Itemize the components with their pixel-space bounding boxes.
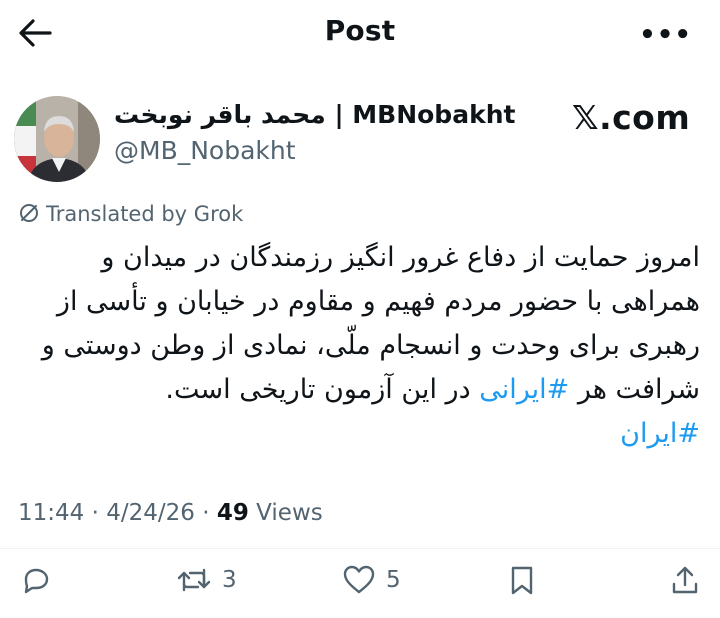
- share-icon: [672, 566, 698, 594]
- like-count: 5: [386, 567, 401, 593]
- page-title: Post: [324, 14, 396, 47]
- translated-notice[interactable]: Translated by Grok: [18, 202, 243, 226]
- translate-icon: [20, 204, 38, 222]
- translated-label: Translated by Grok: [46, 202, 244, 226]
- post-time[interactable]: 11:44: [18, 500, 84, 526]
- repost-button[interactable]: 3: [176, 564, 237, 596]
- top-bar: Post •••: [0, 0, 720, 64]
- post-line: رهبری برای وحدت و انسجام ملّی، نمادی از …: [41, 330, 700, 361]
- action-bar: 3 5: [0, 558, 720, 602]
- author-name[interactable]: محمد باقر نوبخت | MBNobakht: [114, 100, 515, 129]
- hashtag-link[interactable]: #ایرانی: [479, 374, 569, 405]
- separator: ·: [84, 500, 107, 526]
- views-count: 49: [216, 500, 249, 526]
- bookmark-button[interactable]: [508, 564, 536, 596]
- author-handle[interactable]: @MB_Nobakht: [114, 136, 296, 165]
- post-text-segment: شرافت هر: [569, 374, 700, 405]
- repost-icon: [177, 568, 211, 592]
- post-line: امروز حمایت از دفاع غرور انگیز رزمندگان …: [101, 242, 700, 273]
- more-icon[interactable]: •••: [639, 20, 692, 50]
- reply-icon: [24, 568, 49, 594]
- like-button[interactable]: 5: [342, 564, 401, 596]
- repost-count: 3: [222, 567, 237, 593]
- post-line: شرافت هر #ایرانی در این آزمون تاریخی است…: [20, 368, 700, 412]
- x-watermark: 𝕏.com: [572, 98, 691, 137]
- post-body: امروز حمایت از دفاع غرور انگیز رزمندگان …: [20, 236, 700, 456]
- post-line: همراهی با حضور مردم فهیم و مقاوم در خیاب…: [56, 286, 700, 317]
- post-line: #ایران: [20, 412, 700, 456]
- avatar[interactable]: [14, 96, 100, 182]
- divider: [0, 548, 720, 549]
- bookmark-icon: [511, 566, 533, 595]
- share-button[interactable]: [670, 564, 700, 596]
- post-metadata: 11:44 · 4/24/26 · 49 Views: [18, 500, 323, 526]
- reply-button[interactable]: [20, 564, 62, 596]
- post-date[interactable]: 4/24/26: [106, 500, 195, 526]
- heart-icon: [343, 565, 375, 594]
- separator: ·: [194, 500, 217, 526]
- hashtag-link[interactable]: #ایران: [620, 418, 700, 449]
- views-label: Views: [248, 500, 323, 526]
- post-text-segment: در این آزمون تاریخی است.: [165, 374, 480, 405]
